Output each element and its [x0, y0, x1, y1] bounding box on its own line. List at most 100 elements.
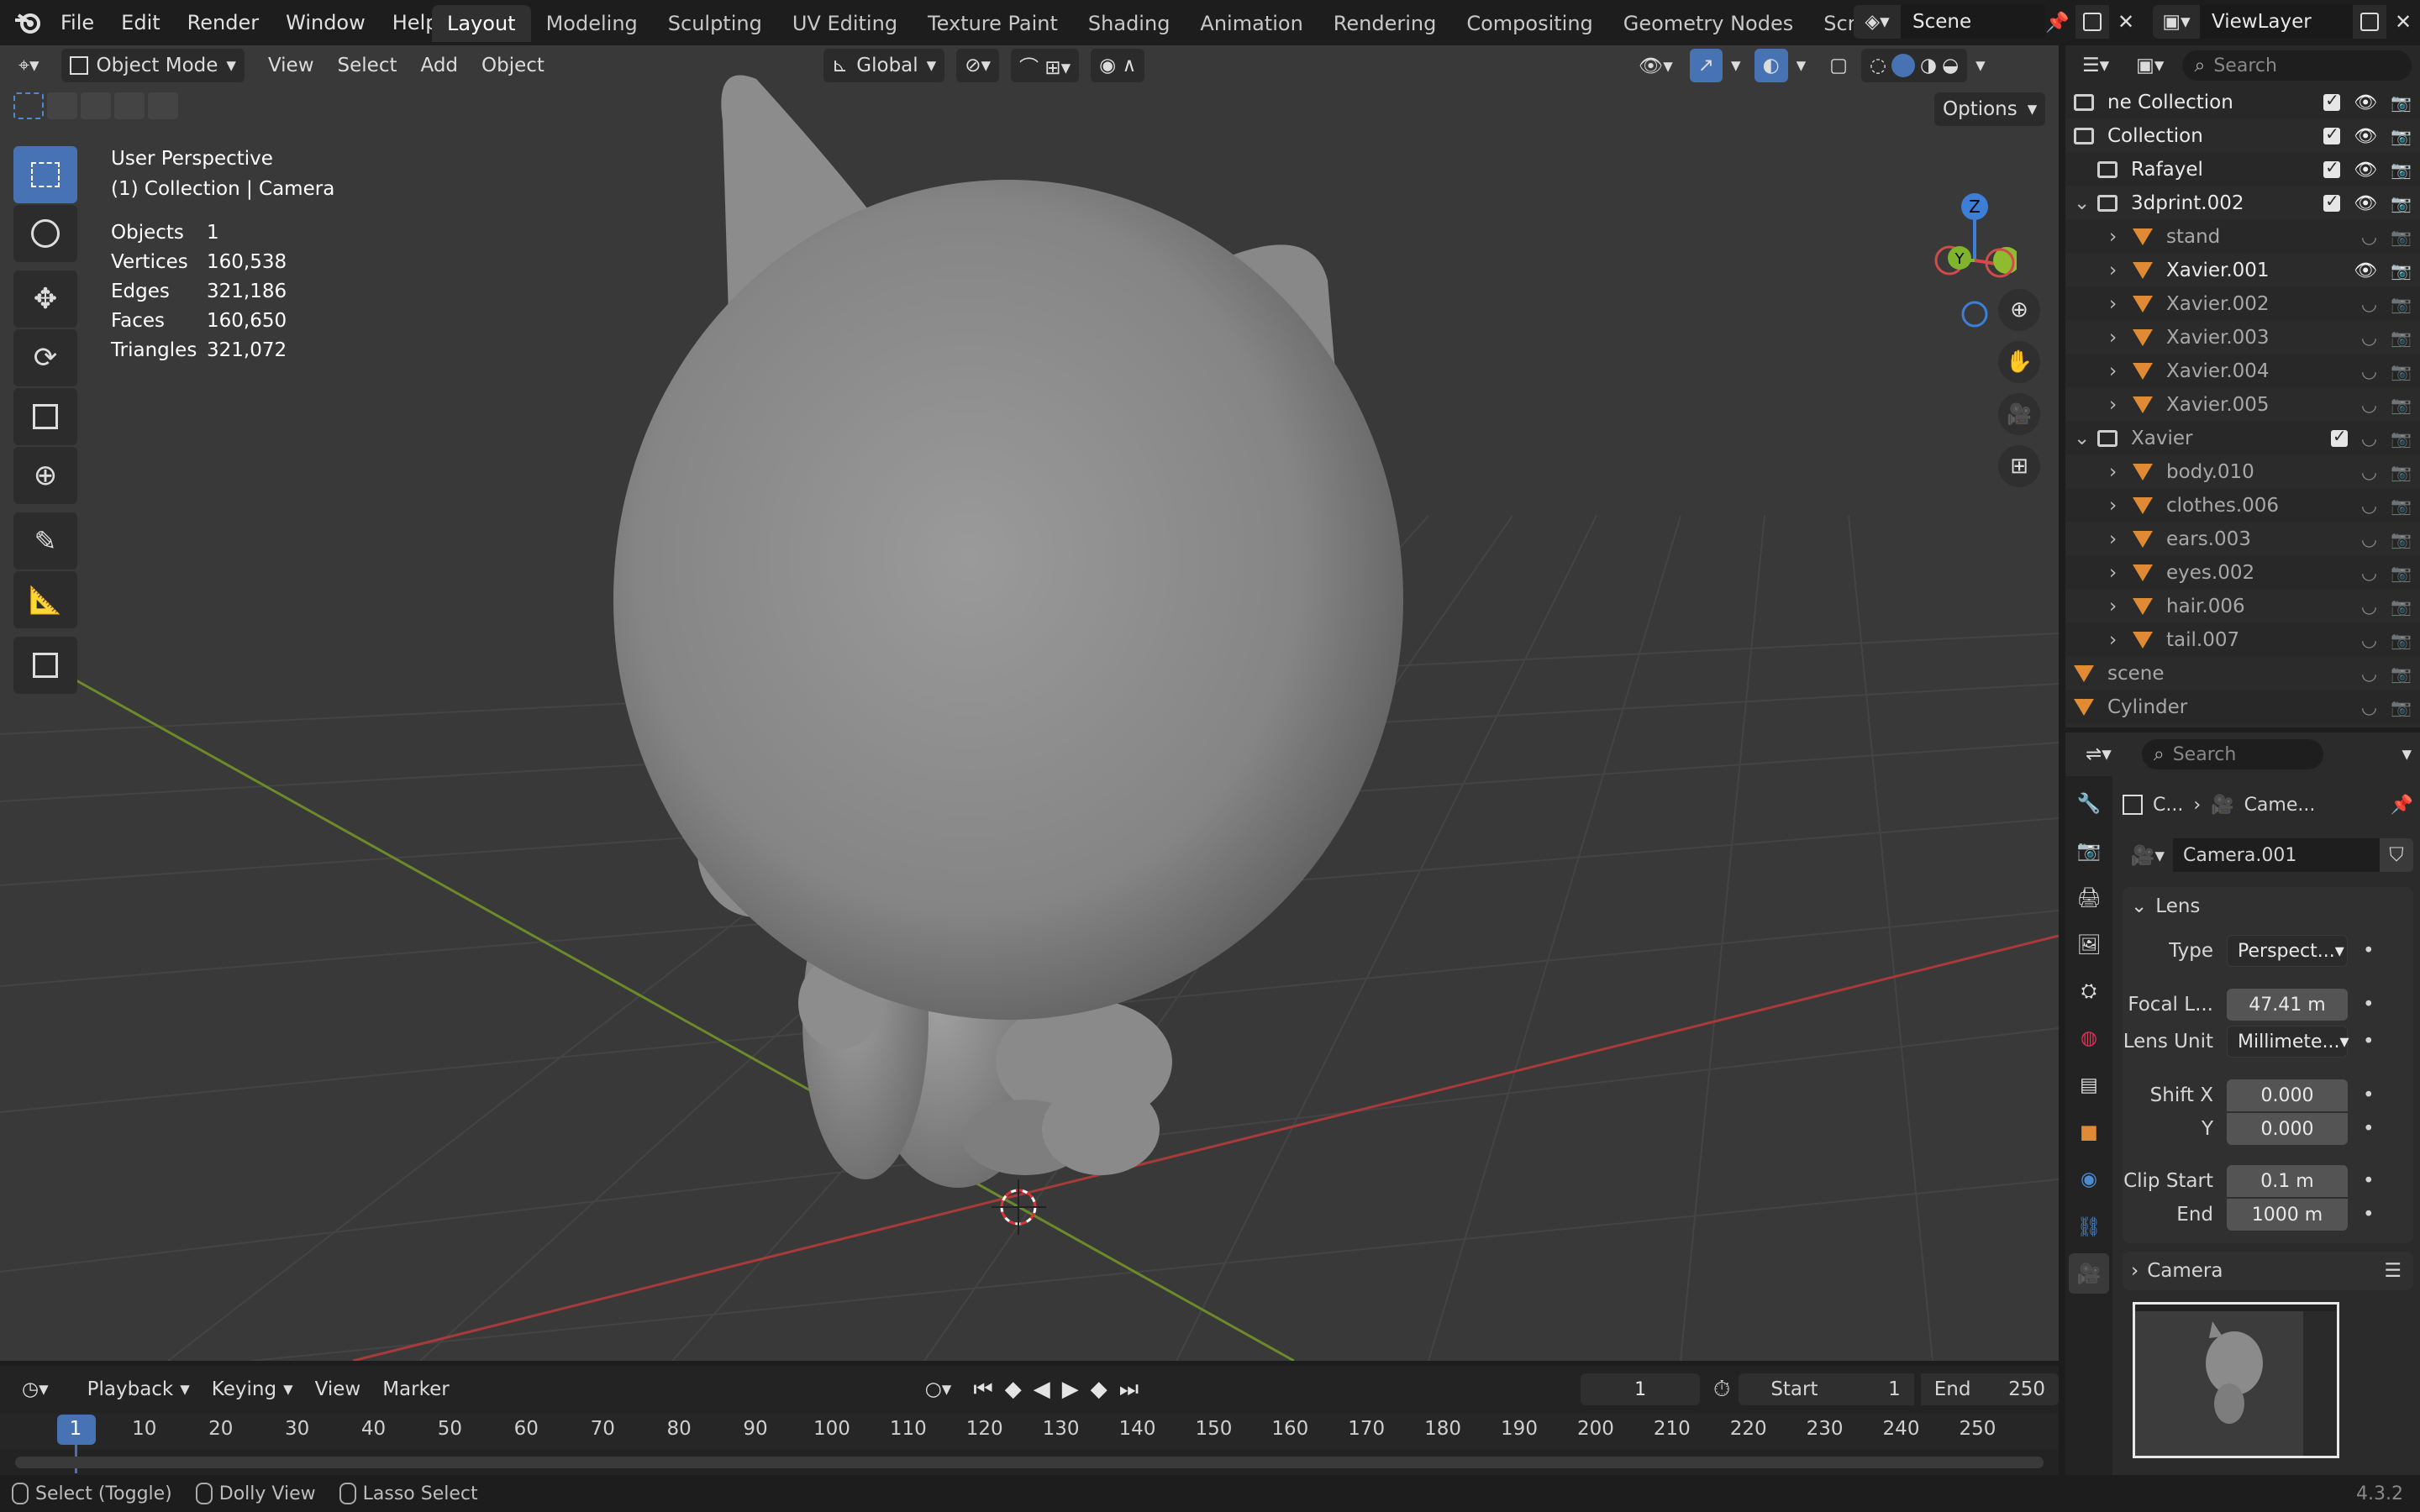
shift-y-field[interactable]: 0.000: [2227, 1113, 2348, 1145]
visibility-eye-icon[interactable]: ◡: [2361, 395, 2377, 416]
constraints-tab-icon[interactable]: ⛓: [2069, 1206, 2109, 1247]
physics-tab-icon[interactable]: ◉: [2069, 1159, 2109, 1200]
menu-view[interactable]: View: [260, 49, 323, 82]
animate-dot-icon[interactable]: •: [2363, 1204, 2375, 1226]
new-scene-icon[interactable]: [2075, 5, 2109, 39]
camera-data-browse-icon[interactable]: 🎥▾: [2123, 838, 2173, 872]
render-camera-icon[interactable]: 📷: [2391, 697, 2412, 717]
scene-name[interactable]: Scene: [1901, 5, 2045, 39]
outliner-row[interactable]: › body.010 ◡ 📷: [2065, 455, 2420, 489]
render-camera-icon[interactable]: 📷: [2391, 160, 2412, 180]
select-extend-icon[interactable]: [47, 92, 77, 119]
render-camera-icon[interactable]: 📷: [2391, 126, 2412, 146]
outliner-row[interactable]: › Xavier.001 👁 📷: [2065, 254, 2420, 287]
expand-chevron-icon[interactable]: ›: [2109, 596, 2128, 617]
expand-chevron-icon[interactable]: ›: [2109, 495, 2128, 517]
render-camera-icon[interactable]: 📷: [2391, 260, 2412, 281]
auto-keying-icon[interactable]: ○▾: [917, 1373, 960, 1406]
select-box-tool-icon[interactable]: [13, 146, 77, 203]
camera-data-tab-icon[interactable]: 🎥: [2069, 1253, 2109, 1294]
tab-compositing[interactable]: Compositing: [1451, 5, 1607, 42]
expand-chevron-icon[interactable]: ›: [2109, 327, 2128, 349]
outliner-editor-icon[interactable]: ☰▾: [2074, 49, 2118, 82]
view-layer-selector[interactable]: ▣▾ ViewLayer ✕: [2153, 5, 2420, 39]
render-tab-icon[interactable]: 📷: [2069, 830, 2109, 870]
clip-start-field[interactable]: 0.1 m: [2227, 1165, 2348, 1197]
gizmo-toggle-icon[interactable]: ↗: [1689, 49, 1723, 82]
next-keyframe-icon[interactable]: ◆: [1091, 1377, 1107, 1402]
overlay-toggle-icon[interactable]: ◐: [1754, 49, 1788, 82]
render-camera-icon[interactable]: 📷: [2391, 395, 2412, 415]
animate-dot-icon[interactable]: •: [2363, 994, 2375, 1016]
timeline-scrollbar[interactable]: [15, 1457, 2044, 1468]
character-model[interactable]: [613, 75, 1403, 1188]
fake-user-shield-icon[interactable]: ⛉: [2380, 838, 2413, 872]
properties-options-icon[interactable]: ▾: [2393, 738, 2420, 771]
outliner-row[interactable]: › tail.007 ◡ 📷: [2065, 623, 2420, 657]
visibility-eye-icon[interactable]: ◡: [2361, 428, 2377, 449]
lens-type-dropdown[interactable]: Perspect... ▾: [2227, 935, 2348, 967]
visibility-eye-icon[interactable]: ◡: [2361, 227, 2377, 248]
new-view-layer-icon[interactable]: [2353, 5, 2386, 39]
exclude-checkbox[interactable]: [2323, 90, 2341, 111]
delete-view-layer-icon[interactable]: ✕: [2386, 5, 2420, 39]
animate-dot-icon[interactable]: •: [2363, 940, 2375, 962]
visibility-eye-icon[interactable]: 👁: [2354, 92, 2377, 113]
tab-shading[interactable]: Shading: [1073, 5, 1186, 42]
tab-texture-paint[interactable]: Texture Paint: [913, 5, 1073, 42]
outliner-search[interactable]: ⌕ Search: [2182, 50, 2412, 81]
object-tab-icon[interactable]: ■: [2069, 1112, 2109, 1152]
render-camera-icon[interactable]: 📷: [2391, 428, 2412, 449]
select-new-icon[interactable]: [13, 92, 44, 119]
exclude-checkbox[interactable]: [2323, 191, 2341, 212]
collection-tab-icon[interactable]: ▤: [2069, 1065, 2109, 1105]
move-tool-icon[interactable]: ✥: [13, 270, 77, 328]
tab-uv-editing[interactable]: UV Editing: [777, 5, 913, 42]
expand-chevron-icon[interactable]: ›: [2109, 562, 2128, 584]
outliner-row[interactable]: ⌄3dprint.002👁📷: [2065, 186, 2420, 220]
visibility-eye-icon[interactable]: 👁: [2354, 193, 2377, 214]
exclude-checkbox[interactable]: [2323, 123, 2341, 144]
view-layer-name[interactable]: ViewLayer: [2200, 5, 2353, 39]
render-camera-icon[interactable]: 📷: [2391, 496, 2412, 516]
collapse-chevron-icon[interactable]: ⌄: [2074, 192, 2092, 214]
pan-hand-icon[interactable]: ✋: [1998, 341, 2040, 383]
output-tab-icon[interactable]: 🖨: [2069, 877, 2109, 917]
outliner-row[interactable]: scene ◡ 📷: [2065, 657, 2420, 690]
timeline-editor-icon[interactable]: ◷▾: [13, 1373, 57, 1406]
stopwatch-icon[interactable]: ⏱: [1713, 1377, 1730, 1403]
end-frame-field[interactable]: End 250: [1920, 1373, 2059, 1405]
solid-shading-icon[interactable]: [1891, 54, 1916, 77]
play-icon[interactable]: ▶: [1062, 1377, 1079, 1402]
expand-chevron-icon[interactable]: ›: [2109, 394, 2128, 416]
render-camera-icon[interactable]: 📷: [2391, 328, 2412, 348]
visibility-eye-icon[interactable]: ◡: [2361, 563, 2377, 584]
render-camera-icon[interactable]: 📷: [2391, 596, 2412, 617]
render-camera-icon[interactable]: 📷: [2391, 227, 2412, 247]
render-camera-icon[interactable]: 📷: [2391, 462, 2412, 482]
visibility-eye-icon[interactable]: ◡: [2361, 462, 2377, 483]
outliner-row[interactable]: Cylinder ◡ 📷: [2065, 690, 2420, 724]
display-mode-icon[interactable]: ▣▾: [2128, 49, 2172, 82]
visibility-icon[interactable]: 👁▾: [1630, 49, 1681, 82]
camera-datablock-name[interactable]: Camera.001: [2173, 838, 2380, 872]
menu-render[interactable]: Render: [174, 0, 272, 45]
rotate-tool-icon[interactable]: ⟳: [13, 329, 77, 386]
overlay-dropdown-icon[interactable]: ▾: [1788, 49, 1815, 82]
options-dropdown[interactable]: Options ▾: [1934, 92, 2046, 126]
render-camera-icon[interactable]: 📷: [2391, 563, 2412, 583]
visibility-eye-icon[interactable]: ◡: [2361, 294, 2377, 315]
outliner-row[interactable]: › stand ◡ 📷: [2065, 220, 2420, 254]
rendered-shading-icon[interactable]: ◒: [1942, 55, 1959, 76]
visibility-eye-icon[interactable]: 👁: [2354, 126, 2377, 147]
keying-menu[interactable]: Keying ▾: [203, 1373, 302, 1406]
lens-unit-dropdown[interactable]: Millimete... ▾: [2227, 1026, 2349, 1058]
gizmo-z-neg[interactable]: [1961, 301, 1988, 328]
zoom-icon[interactable]: ⊕: [1998, 289, 2040, 331]
pin-icon[interactable]: 📌: [2391, 795, 2413, 816]
outliner-row[interactable]: › hair.006 ◡ 📷: [2065, 590, 2420, 623]
orientation-selector[interactable]: ⊾ Global ▾: [823, 49, 945, 82]
exclude-checkbox[interactable]: [2323, 157, 2341, 178]
animate-dot-icon[interactable]: •: [2363, 1084, 2375, 1106]
tab-sculpting[interactable]: Sculpting: [653, 5, 777, 42]
